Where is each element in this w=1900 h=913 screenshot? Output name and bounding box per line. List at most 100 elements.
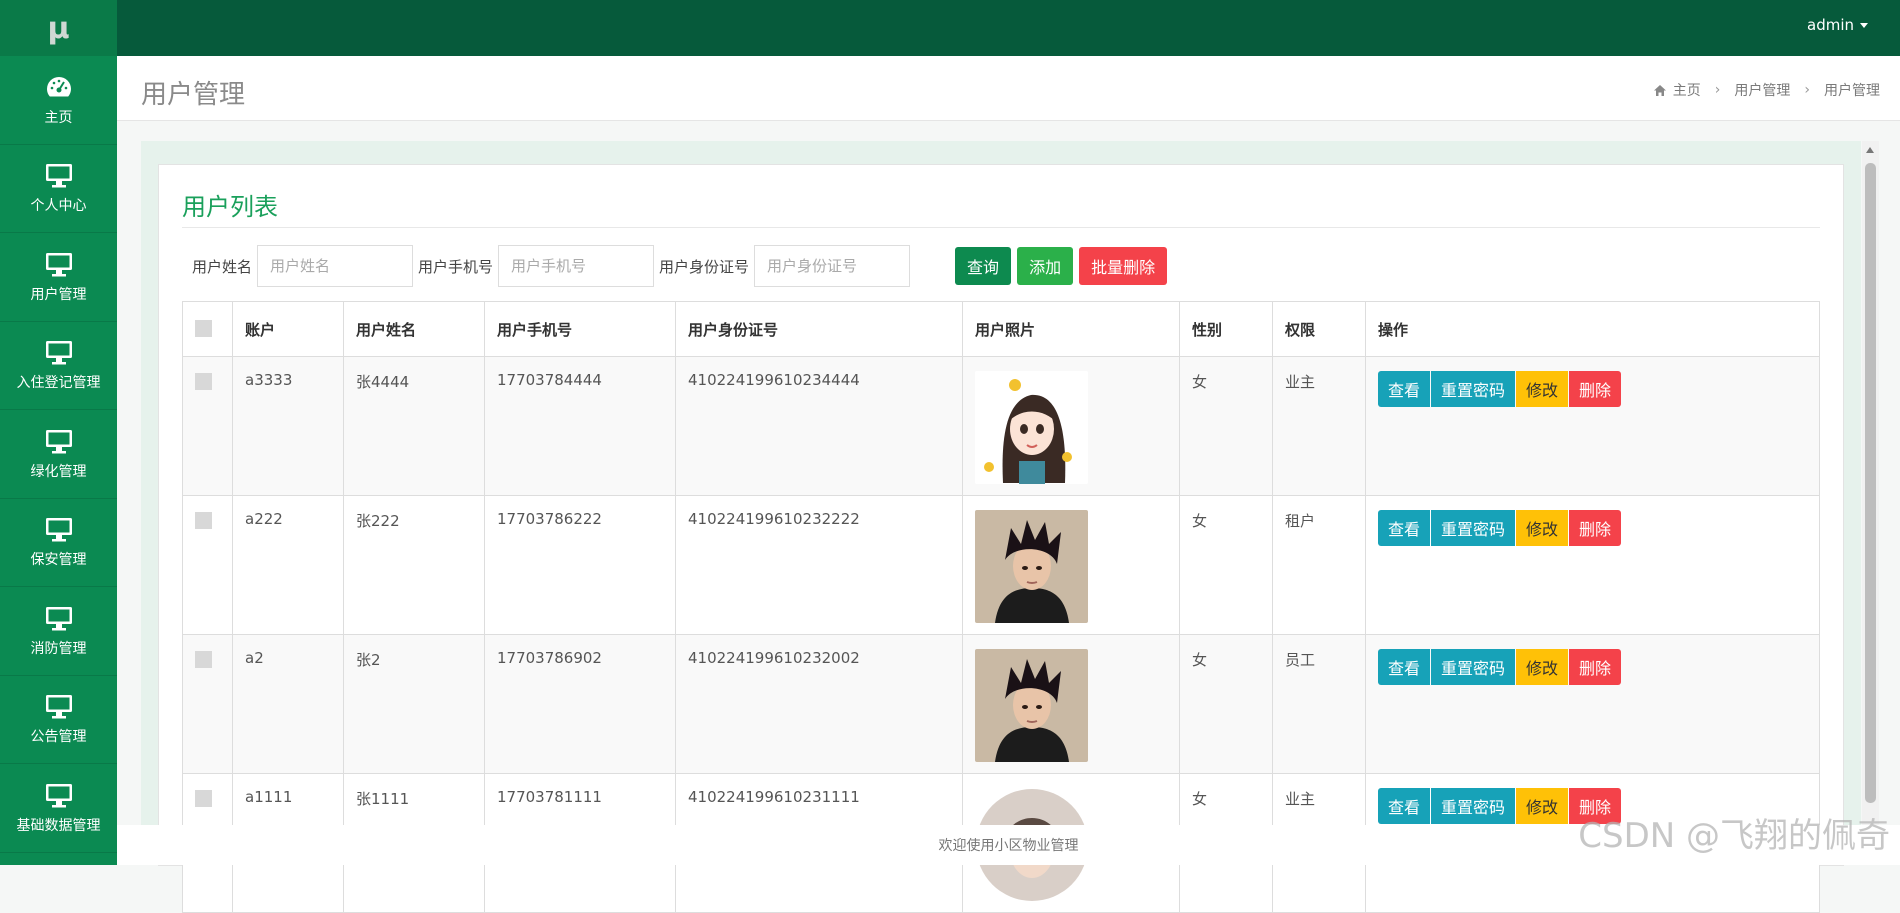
monitor-icon	[44, 781, 74, 809]
idcard-label: 用户身份证号	[659, 257, 750, 276]
sidebar-item-greening[interactable]: 绿化管理	[0, 410, 117, 499]
dashboard-icon	[44, 73, 74, 101]
sidebar-item-checkin[interactable]: 入住登记管理	[0, 322, 117, 410]
column-header[interactable]: 用户手机号	[484, 301, 676, 357]
divider	[182, 227, 1820, 228]
photo-cell	[962, 634, 1180, 774]
row-checkbox[interactable]	[195, 512, 212, 529]
role-cell: 业主	[1272, 356, 1366, 496]
row-select-cell	[182, 634, 233, 774]
edit-button[interactable]: 修改	[1516, 510, 1569, 546]
account-cell: a2	[232, 634, 344, 774]
user-table: 账户 用户姓名 用户手机号 用户身份证号 用户照片 性别 权限 操作 a3333…	[182, 301, 1820, 913]
gender-cell: 女	[1179, 634, 1273, 774]
idcard-search-input[interactable]	[754, 245, 911, 287]
monitor-icon	[44, 604, 74, 632]
reset-password-button[interactable]: 重置密码	[1431, 649, 1516, 685]
column-header[interactable]: 性别	[1179, 301, 1273, 357]
account-cell: a222	[232, 495, 344, 635]
edit-button[interactable]: 修改	[1516, 649, 1569, 685]
gender-cell: 女	[1179, 495, 1273, 635]
column-header: 操作	[1365, 301, 1820, 357]
role-cell: 租户	[1272, 495, 1366, 635]
breadcrumb-current: 用户管理	[1824, 83, 1880, 99]
photo-cell	[962, 356, 1180, 496]
column-header[interactable]: 用户照片	[962, 301, 1180, 357]
monitor-icon	[44, 161, 74, 189]
delete-button[interactable]: 删除	[1569, 371, 1622, 407]
user-photo[interactable]	[975, 510, 1088, 623]
row-checkbox[interactable]	[195, 790, 212, 807]
idcard-cell: 410224199610232002	[675, 634, 963, 774]
sidebar-item-label: 绿化管理	[30, 463, 87, 480]
home-icon	[1653, 84, 1667, 97]
scroll-up-icon[interactable]	[1866, 147, 1874, 153]
name-cell: 张222	[343, 495, 485, 635]
delete-button[interactable]: 删除	[1569, 510, 1622, 546]
scroll-thumb[interactable]	[1865, 163, 1876, 803]
column-header[interactable]: 用户身份证号	[675, 301, 963, 357]
reset-password-button[interactable]: 重置密码	[1431, 788, 1516, 824]
column-header[interactable]: 用户姓名	[343, 301, 485, 357]
chevron-right-icon: ›	[1714, 82, 1721, 98]
idcard-cell: 410224199610232222	[675, 495, 963, 635]
account-cell: a3333	[232, 356, 344, 496]
query-button[interactable]: 查询	[955, 247, 1012, 285]
select-all-cell	[182, 301, 233, 357]
phone-cell: 17703786222	[484, 495, 676, 635]
column-header[interactable]: 账户	[232, 301, 344, 357]
reset-password-button[interactable]: 重置密码	[1431, 510, 1516, 546]
watermark: CSDN @飞翔的佩奇	[1578, 816, 1890, 856]
delete-button[interactable]: 删除	[1569, 649, 1622, 685]
table-row: a222 张222 17703786222 410224199610232222	[182, 495, 1820, 635]
sidebar-item-base-data[interactable]: 基础数据管理	[0, 764, 117, 853]
phone-cell: 17703784444	[484, 356, 676, 496]
phone-search-input[interactable]	[498, 245, 655, 287]
actions-cell: 查看 重置密码 修改 删除	[1365, 356, 1820, 496]
batch-delete-button[interactable]: 批量删除	[1079, 247, 1168, 285]
caret-down-icon	[1860, 22, 1868, 28]
sidebar-item-label: 入住登记管理	[16, 375, 101, 392]
row-select-cell	[182, 356, 233, 496]
view-button[interactable]: 查看	[1378, 510, 1431, 546]
photo-cell	[962, 495, 1180, 635]
column-header[interactable]: 权限	[1272, 301, 1366, 357]
sidebar-item-home[interactable]: 主页	[0, 56, 117, 145]
view-button[interactable]: 查看	[1378, 649, 1431, 685]
sidebar-item-label: 消防管理	[30, 640, 87, 657]
monitor-icon	[44, 427, 74, 455]
name-search-input[interactable]	[257, 245, 414, 287]
gender-cell: 女	[1179, 356, 1273, 496]
sidebar-item-user-management[interactable]: 用户管理	[0, 233, 117, 322]
breadcrumb-home[interactable]: 主页	[1673, 80, 1701, 100]
view-button[interactable]: 查看	[1378, 371, 1431, 407]
edit-button[interactable]: 修改	[1516, 371, 1569, 407]
table-header-row: 账户 用户姓名 用户手机号 用户身份证号 用户照片 性别 权限 操作	[182, 301, 1820, 357]
user-photo[interactable]	[975, 649, 1088, 762]
reset-password-button[interactable]: 重置密码	[1431, 371, 1516, 407]
search-bar: 用户姓名 用户手机号 用户身份证号 查询 添加 批量删除	[192, 245, 1168, 287]
sidebar-item-personal-center[interactable]: 个人中心	[0, 145, 117, 233]
select-all-checkbox[interactable]	[195, 319, 212, 337]
user-list-panel: 用户列表 用户姓名 用户手机号 用户身份证号 查询 添加 批量删除 账户 用户姓…	[158, 164, 1844, 913]
sidebar-item-notice[interactable]: 公告管理	[0, 676, 117, 764]
monitor-icon	[44, 692, 74, 720]
monitor-icon	[44, 250, 74, 278]
user-menu[interactable]: admin	[1807, 16, 1868, 34]
breadcrumb-item[interactable]: 用户管理	[1734, 80, 1790, 100]
sidebar-item-label: 公告管理	[30, 729, 87, 746]
sidebar-item-fire[interactable]: 消防管理	[0, 587, 117, 676]
user-photo[interactable]	[975, 371, 1088, 484]
add-button[interactable]: 添加	[1017, 247, 1074, 285]
app-logo[interactable]: μ	[0, 0, 117, 56]
row-checkbox[interactable]	[195, 651, 212, 668]
row-checkbox[interactable]	[195, 373, 212, 390]
monitor-icon	[44, 338, 74, 366]
sidebar-item-security[interactable]: 保安管理	[0, 499, 117, 587]
sidebar-item-label: 个人中心	[30, 198, 87, 215]
edit-button[interactable]: 修改	[1516, 788, 1569, 824]
view-button[interactable]: 查看	[1378, 788, 1431, 824]
sidebar-item-label: 主页	[44, 109, 73, 126]
vertical-scrollbar[interactable]	[1862, 141, 1879, 825]
sidebar: μ 主页 个人中心 用户管理 入住登记管理 绿化管理 保安管理 消防管理 公告管…	[0, 0, 117, 865]
